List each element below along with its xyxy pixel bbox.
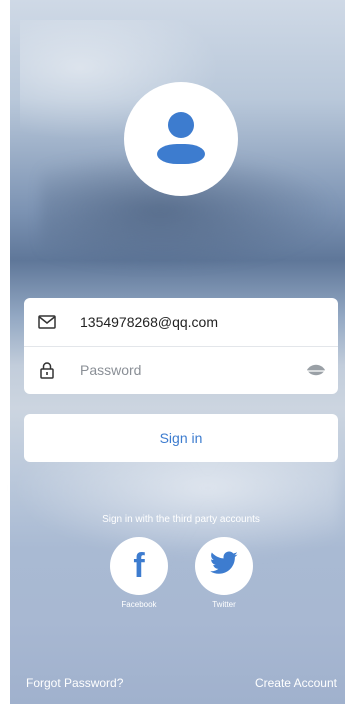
facebook-label: Facebook <box>121 600 157 609</box>
user-avatar-icon[interactable] <box>124 82 238 196</box>
third-party-heading: Sign in with the third party accounts <box>102 514 260 525</box>
credentials-card <box>24 298 338 394</box>
twitter-login-button[interactable] <box>195 537 253 595</box>
envelope-icon <box>36 311 58 333</box>
avatar-body <box>157 144 205 164</box>
login-screen: Sign in Sign in with the third party acc… <box>0 0 345 704</box>
sign-in-button[interactable]: Sign in <box>24 414 338 462</box>
password-row[interactable] <box>24 346 338 394</box>
avatar-head <box>168 112 194 138</box>
facebook-login-button[interactable]: f <box>110 537 168 595</box>
twitter-label: Twitter <box>212 600 236 609</box>
password-field[interactable] <box>80 362 280 378</box>
forgot-password-link[interactable]: Forgot Password? <box>26 676 123 690</box>
eye-icon[interactable] <box>306 362 326 378</box>
twitter-bird-icon <box>209 551 239 582</box>
facebook-icon: f <box>133 547 145 585</box>
lock-icon <box>36 359 58 381</box>
email-field[interactable] <box>80 314 280 330</box>
create-account-link[interactable]: Create Account <box>255 676 337 690</box>
email-row[interactable] <box>24 298 338 347</box>
